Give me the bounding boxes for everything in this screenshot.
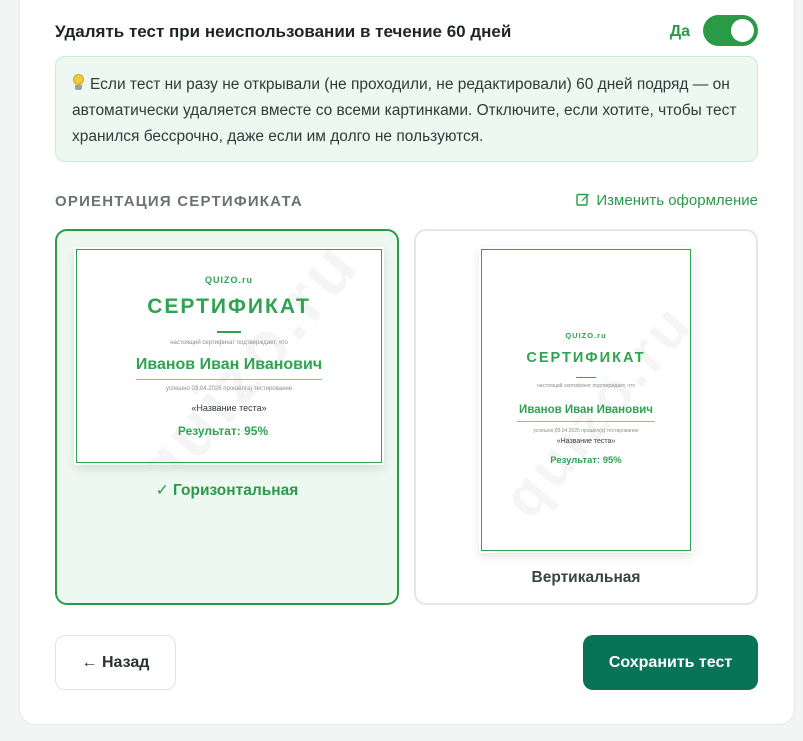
certificate-subtitle: настоящий сертификат подтверждает, что	[170, 340, 288, 346]
certificate-subtitle: настоящий сертификат подтверждает, что	[537, 383, 635, 389]
back-button[interactable]: ← Назад	[55, 635, 176, 690]
certificate-preview-vertical: quizo.ru QUIZO.ru СЕРТИФИКАТ настоящий с…	[479, 247, 693, 553]
edit-design-link[interactable]: Изменить оформление	[576, 192, 758, 209]
orientation-label-vertical: Вертикальная	[531, 569, 641, 586]
certificate-passed-text: успешно 03.04.2026 прошёл(а) тестировани…	[533, 428, 639, 434]
certificate-name-underline	[517, 421, 655, 422]
certificate-brand: QUIZO.ru	[565, 331, 607, 340]
certificate-test-name: «Название теста»	[556, 438, 616, 445]
toggle-knob	[731, 19, 754, 42]
edit-icon	[576, 192, 590, 208]
save-test-button[interactable]: Сохранить тест	[583, 635, 758, 690]
certificate-name: Иванов Иван Иванович	[135, 356, 323, 373]
orientation-option-vertical[interactable]: quizo.ru QUIZO.ru СЕРТИФИКАТ настоящий с…	[414, 229, 758, 605]
certificate-name-underline	[136, 379, 322, 380]
certificate-test-name: «Название теста»	[191, 403, 267, 413]
certificate-divider	[576, 377, 596, 378]
lightbulb-icon	[72, 74, 85, 91]
certificate-divider	[217, 331, 241, 333]
auto-delete-label: Удалять тест при неиспользовании в течен…	[55, 22, 512, 41]
auto-delete-info-box: Если тест ни разу не открывали (не прохо…	[55, 56, 758, 162]
certificate-result: Результат: 95%	[550, 455, 622, 466]
orientation-option-horizontal[interactable]: quizo.ru QUIZO.ru СЕРТИФИКАТ настоящий с…	[55, 229, 399, 605]
certificate-result: Результат: 95%	[177, 424, 269, 438]
auto-delete-state-label: Да	[669, 23, 690, 40]
auto-delete-info-text: Если тест ни разу не открывали (не прохо…	[72, 76, 737, 145]
auto-delete-toggle[interactable]	[703, 15, 758, 46]
certificate-preview-horizontal: quizo.ru QUIZO.ru СЕРТИФИКАТ настоящий с…	[74, 247, 384, 465]
certificate-title: СЕРТИФИКАТ	[526, 350, 646, 366]
edit-design-label: Изменить оформление	[596, 192, 758, 209]
orientation-heading: ОРИЕНТАЦИЯ СЕРТИФИКАТА	[55, 193, 303, 210]
certificate-title: СЕРТИФИКАТ	[147, 295, 311, 318]
certificate-passed-text: успешно 03.04.2026 прошёл(а) тестировани…	[165, 386, 293, 392]
certificate-brand: QUIZO.ru	[205, 275, 253, 285]
certificate-name: Иванов Иван Иванович	[519, 404, 653, 416]
orientation-label-horizontal: ✓ Горизонтальная	[155, 482, 299, 499]
auto-delete-row: Удалять тест при неиспользовании в течен…	[55, 14, 758, 48]
